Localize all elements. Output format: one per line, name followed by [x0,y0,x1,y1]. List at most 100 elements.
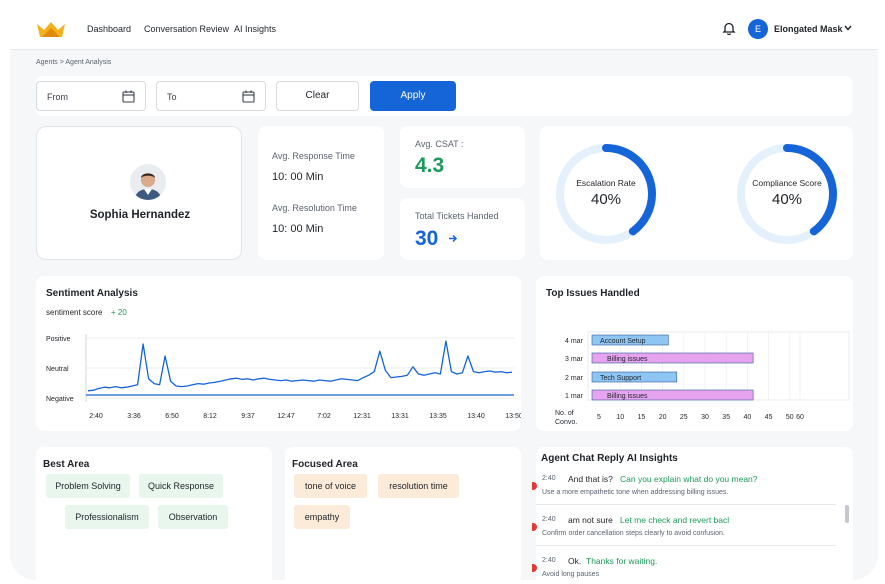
x-tick-label: 12:47 [277,413,295,420]
ai-insights-title: Agent Chat Reply AI Insights [541,453,678,464]
issue-bar-label: Billing issues [607,356,648,363]
best-area-chip: Problem Solving [46,474,130,498]
avg-resolution-value: 10: 00 Min [272,223,324,235]
compliance-score-value: 40% [772,191,802,208]
x-tick-label: 13:35 [429,413,447,420]
insight-message: am not sure [568,515,613,525]
sentiment-score-value: + 20 [111,308,127,317]
x-axis-label: Convo. [555,419,577,426]
to-date-input[interactable]: To [156,81,266,111]
insight-marker [532,564,537,572]
x-tick-label: 13:31 [391,413,409,420]
top-issues-bar-chart: 5 10 15 20 25 30 35 40 45 50 60 No. of Convo. 4 mar Ac… [555,331,850,426]
insight-time: 2:40 [542,516,556,523]
focused-area-chip: tone of voice [294,474,367,498]
bell-icon[interactable] [722,21,736,35]
ai-insights-card: Agent Chat Reply AI Insights 2:40 And th… [532,447,853,580]
divider [536,545,836,546]
y-tick-label: Negative [46,396,74,403]
focused-area-chip: resolution time [378,474,459,498]
nav-conversation-review-link[interactable]: Conversation Review [144,24,229,34]
arrow-right-icon[interactable] [448,234,458,243]
x-tick-label: 12:31 [353,413,371,420]
insight-marker [532,523,537,531]
x-tick-label: 13:50 [505,413,521,420]
calendar-icon[interactable] [122,90,135,103]
x-tick-label: 2:40 [89,413,103,420]
x-axis-label: No. of [555,410,574,417]
x-tick-label: 3:36 [127,413,141,420]
best-area-card: Best Area Problem Solving Quick Response… [36,447,272,580]
y-tick-label: 3 mar [565,356,584,363]
avg-resolution-label: Avg. Resolution Time [272,203,357,213]
top-navigation-bar: Dashboard Conversation Review AI Insight… [10,0,878,50]
x-tick-label: 25 [680,414,688,421]
to-date-label: To [167,92,177,102]
x-tick-label: 6:50 [165,413,179,420]
y-tick-label: 4 mar [565,338,584,345]
calendar-icon[interactable] [242,90,255,103]
from-date-input[interactable]: From [36,81,146,111]
x-tick-label: 40 [744,414,752,421]
y-tick-label: Neutral [46,366,69,373]
insight-note: Avoid long pauses [542,571,600,578]
sentiment-line-chart: Positive Neutral Negative 2:40 3:36 6:50 8:12 9… [46,334,521,420]
apply-button[interactable]: Apply [370,81,456,111]
sentiment-series-line [87,340,513,392]
x-tick-label: 10 [616,414,624,421]
x-tick-label: 20 [659,414,667,421]
agent-name: Sophia Hernandez [89,209,191,221]
escalation-rate-label: Escalation Rate [576,178,636,188]
issue-bar-label: Account Setup [600,338,646,345]
app-shell: Dashboard Conversation Review AI Insight… [10,0,878,580]
y-tick-label: 1 mar [565,393,584,400]
crown-logo-icon[interactable] [36,20,66,38]
best-area-title: Best Area [43,459,90,470]
x-tick-label: 60 [796,414,804,421]
escalation-rate-value: 40% [591,191,621,208]
sentiment-score-label: sentiment score [46,308,103,317]
y-tick-label: Positive [46,336,71,343]
gauges-card: Escalation Rate 40% Compliance Score 40% [540,126,853,260]
nav-ai-insights-link[interactable]: AI Insights [234,24,276,34]
issue-bar-label: Tech Support [600,375,641,382]
focused-area-chip: empathy [294,505,350,529]
nav-dashboard-link[interactable]: Dashboard [87,24,131,34]
response-time-card: Avg. Response Time 10: 00 Min Avg. Resol… [258,126,384,260]
insight-time: 2:40 [542,557,556,564]
avg-response-label: Avg. Response Time [272,151,355,161]
top-issues-card: Top Issues Handled 5 10 15 20 25 30 35 40 45 50 60… [536,276,853,431]
csat-value: 4.3 [415,154,445,177]
insight-reply: Can you explain what do you mean? [620,474,758,484]
scrollbar-thumb[interactable] [845,505,849,523]
x-tick-label: 7:02 [317,413,331,420]
insight-note: Use a more empathetic tone when addressi… [542,489,729,496]
issue-bar-label: Billing issues [607,393,648,400]
x-tick-label: 8:12 [203,413,217,420]
agent-photo [130,164,166,200]
tickets-value: 30 [415,227,439,250]
divider [536,504,836,505]
csat-label: Avg. CSAT : [415,139,464,149]
avg-response-value: 10: 00 Min [272,171,324,183]
insight-note: Confirm order cancellation steps clearly… [542,530,725,537]
x-tick-label: 5 [597,414,601,421]
x-tick-label: 50 [786,414,794,421]
best-area-chip: Observation [158,505,228,529]
insight-message: And that is? [568,474,613,484]
user-avatar[interactable]: E [748,19,768,39]
x-tick-label: 45 [765,414,773,421]
x-tick-label: 30 [701,414,709,421]
from-date-label: From [47,92,68,102]
escalation-rate-gauge: Escalation Rate 40% [556,144,656,244]
clear-button[interactable]: Clear [276,81,359,111]
chevron-down-icon[interactable] [844,25,852,31]
sentiment-analysis-card: Sentiment Analysis sentiment score + 20 … [36,276,521,431]
x-tick-label: 15 [638,414,646,421]
user-name[interactable]: Elongated Mask [774,24,843,34]
breadcrumb: Agents > Agent Analysis [36,59,112,66]
y-tick-label: 2 mar [565,375,584,382]
compliance-score-gauge: Compliance Score 40% [737,144,837,244]
agent-profile-card: Sophia Hernandez [36,126,242,260]
compliance-score-label: Compliance Score [752,178,822,188]
